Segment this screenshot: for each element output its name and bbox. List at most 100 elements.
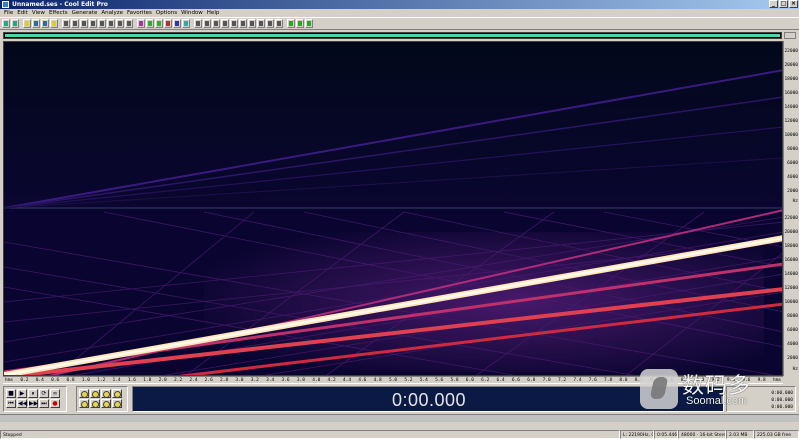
spectral-display[interactable] (3, 41, 783, 376)
zoom-in-horizontal-icon[interactable] (79, 389, 89, 398)
cue-list-icon[interactable] (203, 19, 211, 28)
edit-view-button[interactable] (11, 19, 19, 28)
info-icon[interactable] (221, 19, 229, 28)
zoom-full-icon[interactable] (101, 389, 111, 398)
menu-file[interactable]: File (2, 9, 15, 17)
copy-icon[interactable] (89, 19, 97, 28)
freq-label: 16000 (784, 258, 798, 263)
settings-icon[interactable] (239, 19, 247, 28)
record-button[interactable]: ● (50, 399, 60, 408)
minimize-button[interactable]: _ (769, 0, 778, 8)
freq-label: 22000 (784, 49, 798, 54)
pitch-icon[interactable] (164, 19, 172, 28)
play-to-end-button[interactable]: ⟳ (39, 389, 49, 398)
zoom-left-icon[interactable] (79, 399, 89, 408)
freq-label: 8000 (787, 314, 798, 319)
freq-label: 4000 (787, 342, 798, 347)
time-tick-label: 1.4 (112, 378, 121, 383)
cd-icon[interactable] (275, 19, 283, 28)
open-file-icon[interactable] (23, 19, 31, 28)
frequency-analysis-icon[interactable] (155, 19, 163, 28)
freq-label: 14000 (784, 105, 798, 110)
help-icon[interactable] (305, 19, 313, 28)
save-icon[interactable] (32, 19, 40, 28)
horizontal-scrollbar[interactable] (0, 414, 799, 422)
delete-icon[interactable] (125, 19, 133, 28)
paste-icon[interactable] (98, 19, 106, 28)
video-icon[interactable] (266, 19, 274, 28)
pause-button[interactable]: ⏸ (28, 389, 38, 398)
time-tick-label: 0.6 (51, 378, 60, 383)
current-time: 0:00.000 (391, 390, 467, 410)
time-tick-label: 5.4 (419, 378, 428, 383)
freq-label: 20000 (784, 230, 798, 235)
undo-icon[interactable] (62, 19, 70, 28)
overview-scroll-button[interactable] (784, 32, 796, 39)
menu-help[interactable]: Help (205, 9, 222, 17)
close-button[interactable]: × (789, 0, 798, 8)
menu-favorites[interactable]: Favorites (125, 9, 154, 17)
snap-icon[interactable] (230, 19, 238, 28)
save-all-icon[interactable] (41, 19, 49, 28)
mixer-icon[interactable] (248, 19, 256, 28)
zoom-out-vertical-icon[interactable] (112, 399, 122, 408)
status-size: 2.03 MB (726, 430, 754, 439)
go-to-start-button[interactable]: ⏮ (6, 399, 16, 408)
menu-options[interactable]: Options (154, 9, 179, 17)
loop-mode-icon[interactable] (296, 19, 304, 28)
multitrack-view-button[interactable] (2, 19, 10, 28)
levels-icon[interactable] (257, 19, 265, 28)
frequency-ruler: 22000 20000 18000 16000 14000 12000 1000… (783, 41, 799, 376)
redo-icon[interactable] (71, 19, 79, 28)
freq-unit-label: Hz (792, 199, 798, 204)
metronome-icon[interactable] (194, 19, 202, 28)
trim-icon[interactable] (116, 19, 124, 28)
cool-edit-window: Unnamed.ses - Cool Edit Pro _ □ × File E… (0, 0, 799, 439)
stop-button[interactable]: ■ (6, 389, 16, 398)
maximize-button[interactable]: □ (779, 0, 788, 8)
status-state: Stopped (0, 430, 620, 439)
menu-effects[interactable]: Effects (47, 9, 70, 17)
time-tick-label: 4.6 (358, 378, 367, 383)
freq-label: 6000 (787, 161, 798, 166)
go-to-end-button[interactable]: ⏭ (39, 399, 49, 408)
time-tick-label: 6.0 (465, 378, 474, 383)
time-tick-label: 1.6 (127, 378, 137, 383)
time-tick-label: 3.4 (266, 378, 275, 383)
menu-generate[interactable]: Generate (70, 9, 100, 17)
menu-analyze[interactable]: Analyze (99, 9, 125, 17)
pan-icon[interactable] (182, 19, 190, 28)
status-time: 0:05.446 (654, 430, 678, 439)
loop-button[interactable]: ∞ (50, 389, 60, 398)
freq-label: 8000 (787, 147, 798, 152)
record-mode-icon[interactable] (287, 19, 295, 28)
menu-view[interactable]: View (30, 9, 47, 17)
time-tick-label: 5.6 (435, 378, 444, 383)
zoom-selection-icon[interactable] (112, 389, 122, 398)
cut-icon[interactable] (80, 19, 88, 28)
time-tick-label: 6.2 (481, 378, 490, 383)
zoom-out-horizontal-icon[interactable] (90, 389, 100, 398)
close-file-icon[interactable] (50, 19, 58, 28)
time-tick-label: 2.0 (158, 378, 167, 383)
mix-paste-icon[interactable] (107, 19, 115, 28)
play-list-icon[interactable] (212, 19, 220, 28)
menu-edit[interactable]: Edit (15, 9, 30, 17)
menu-window[interactable]: Window (179, 9, 205, 17)
freq-label: 18000 (784, 77, 798, 82)
play-button[interactable]: ▶ (17, 389, 27, 398)
fast-forward-button[interactable]: ▶▶ (28, 399, 38, 408)
time-tick-label: 2.4 (189, 378, 198, 383)
waveform-view-icon[interactable] (146, 19, 154, 28)
time-tick-label: 5.2 (404, 378, 413, 383)
zoom-right-icon[interactable] (90, 399, 100, 408)
toolbar (0, 17, 799, 30)
rewind-button[interactable]: ◀◀ (17, 399, 27, 408)
spectral-view-icon[interactable] (137, 19, 145, 28)
time-tick-label: 3.0 (235, 378, 244, 383)
zoom-in-vertical-icon[interactable] (101, 399, 111, 408)
zoom-controls (76, 386, 128, 412)
waveform-overview[interactable] (3, 32, 782, 39)
menu-bar: File Edit View Effects Generate Analyze … (0, 9, 799, 17)
phase-icon[interactable] (173, 19, 181, 28)
